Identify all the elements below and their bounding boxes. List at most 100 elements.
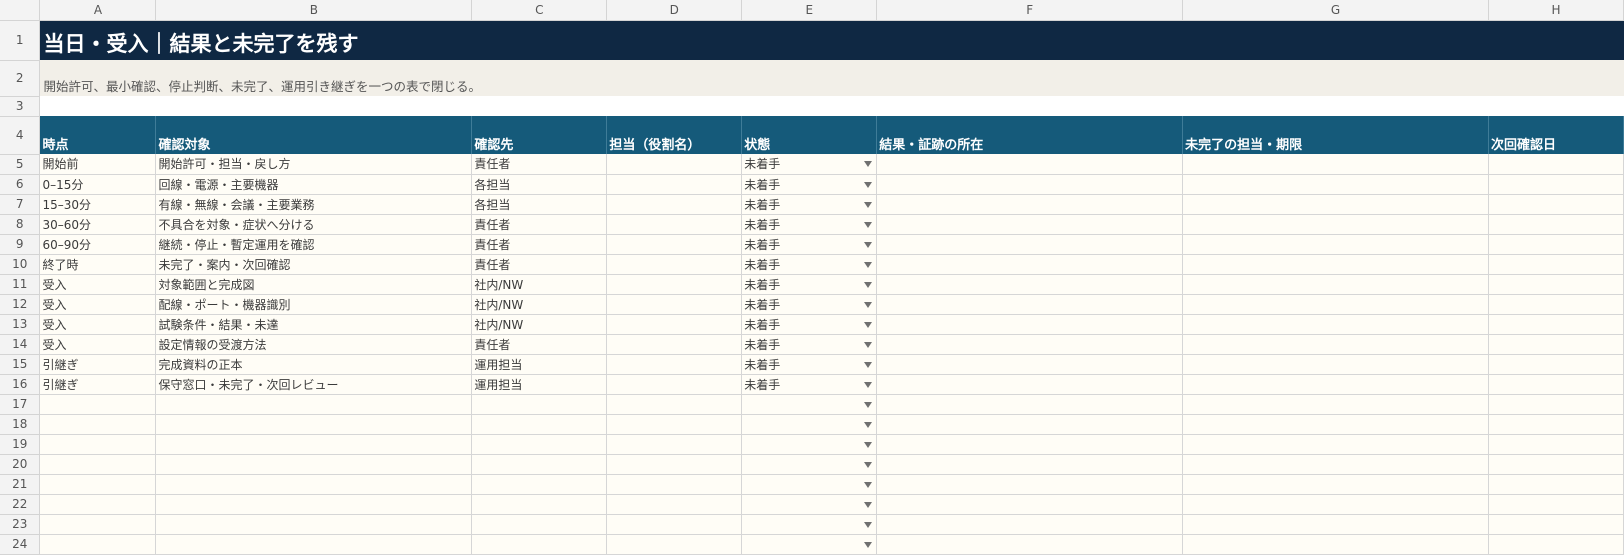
status-dropdown-cell[interactable]: [741, 494, 878, 515]
status-dropdown-cell[interactable]: 未着手: [741, 174, 878, 195]
cell-f[interactable]: [876, 394, 1184, 415]
row-header[interactable]: 13: [0, 314, 41, 335]
cell-d[interactable]: [606, 334, 743, 355]
row-header[interactable]: 14: [0, 334, 41, 355]
empty-cell[interactable]: [39, 96, 1624, 116]
cell-g[interactable]: [1182, 534, 1489, 555]
row-header[interactable]: 6: [0, 174, 41, 195]
cell-g[interactable]: [1182, 234, 1489, 255]
cell-g[interactable]: [1182, 414, 1489, 435]
row-header[interactable]: 9: [0, 234, 41, 255]
header-cell-evidence[interactable]: 結果・証跡の所在: [876, 116, 1184, 154]
cell-h[interactable]: [1488, 394, 1624, 415]
chevron-down-icon[interactable]: [864, 501, 873, 508]
cell-b[interactable]: 対象範囲と完成図: [155, 274, 473, 295]
cell-a[interactable]: 15–30分: [39, 194, 157, 215]
column-header-c[interactable]: C: [471, 0, 608, 21]
cell-g[interactable]: [1182, 354, 1489, 375]
status-dropdown-cell[interactable]: 未着手: [741, 354, 878, 375]
status-dropdown-cell[interactable]: 未着手: [741, 334, 878, 355]
cell-a[interactable]: 引継ぎ: [39, 354, 157, 375]
sheet-title[interactable]: 当日・受入｜結果と未完了を残す: [39, 20, 1624, 60]
status-dropdown-cell[interactable]: [741, 414, 878, 435]
header-cell-target[interactable]: 確認対象: [155, 116, 473, 154]
cell-h[interactable]: [1488, 434, 1624, 455]
cell-a[interactable]: 終了時: [39, 254, 157, 275]
cell-b[interactable]: [155, 474, 473, 495]
cell-d[interactable]: [606, 474, 743, 495]
status-dropdown-cell[interactable]: [741, 514, 878, 535]
column-header-a[interactable]: A: [39, 0, 157, 21]
cell-c[interactable]: [471, 474, 608, 495]
status-dropdown-cell[interactable]: 未着手: [741, 254, 878, 275]
cell-g[interactable]: [1182, 174, 1489, 195]
chevron-down-icon[interactable]: [864, 161, 873, 167]
cell-a[interactable]: 受入: [39, 314, 157, 335]
cell-g[interactable]: [1182, 494, 1489, 515]
cell-f[interactable]: [876, 314, 1184, 335]
cell-c[interactable]: 各担当: [471, 194, 608, 215]
cell-d[interactable]: [606, 394, 743, 415]
cell-f[interactable]: [876, 434, 1184, 455]
cell-a[interactable]: 30–60分: [39, 214, 157, 235]
cell-b[interactable]: 配線・ポート・機器識別: [155, 294, 473, 315]
chevron-down-icon[interactable]: [864, 201, 873, 208]
cell-b[interactable]: 保守窓口・未完了・次回レビュー: [155, 374, 473, 395]
chevron-down-icon[interactable]: [864, 321, 873, 328]
cell-c[interactable]: 責任者: [471, 154, 608, 175]
cell-d[interactable]: [606, 214, 743, 235]
cell-a[interactable]: 受入: [39, 334, 157, 355]
cell-b[interactable]: 不具合を対象・症状へ分ける: [155, 214, 473, 235]
cell-d[interactable]: [606, 354, 743, 375]
cell-b[interactable]: [155, 494, 473, 515]
cell-g[interactable]: [1182, 514, 1489, 535]
cell-c[interactable]: 各担当: [471, 174, 608, 195]
cell-h[interactable]: [1488, 214, 1624, 235]
cell-b[interactable]: [155, 534, 473, 555]
cell-d[interactable]: [606, 534, 743, 555]
cell-a[interactable]: [39, 514, 157, 535]
cell-f[interactable]: [876, 234, 1184, 255]
status-dropdown-cell[interactable]: 未着手: [741, 314, 878, 335]
status-dropdown-cell[interactable]: [741, 394, 878, 415]
cell-d[interactable]: [606, 194, 743, 215]
column-header-b[interactable]: B: [155, 0, 473, 21]
cell-a[interactable]: 受入: [39, 294, 157, 315]
status-dropdown-cell[interactable]: [741, 454, 878, 475]
cell-g[interactable]: [1182, 434, 1489, 455]
cell-d[interactable]: [606, 454, 743, 475]
cell-h[interactable]: [1488, 334, 1624, 355]
cell-f[interactable]: [876, 474, 1184, 495]
cell-a[interactable]: [39, 434, 157, 455]
cell-c[interactable]: 責任者: [471, 214, 608, 235]
header-cell-next-check[interactable]: 次回確認日: [1488, 116, 1624, 154]
chevron-down-icon[interactable]: [864, 541, 873, 548]
column-header-e[interactable]: E: [741, 0, 878, 21]
cell-d[interactable]: [606, 414, 743, 435]
cell-a[interactable]: [39, 454, 157, 475]
status-dropdown-cell[interactable]: 未着手: [741, 194, 878, 215]
cell-a[interactable]: [39, 414, 157, 435]
chevron-down-icon[interactable]: [864, 461, 873, 468]
cell-a[interactable]: 60–90分: [39, 234, 157, 255]
cell-h[interactable]: [1488, 534, 1624, 555]
cell-f[interactable]: [876, 194, 1184, 215]
row-header[interactable]: 15: [0, 354, 41, 375]
cell-b[interactable]: 開始許可・担当・戻し方: [155, 154, 473, 175]
cell-h[interactable]: [1488, 514, 1624, 535]
status-dropdown-cell[interactable]: 未着手: [741, 214, 878, 235]
cell-f[interactable]: [876, 374, 1184, 395]
cell-a[interactable]: [39, 534, 157, 555]
chevron-down-icon[interactable]: [864, 521, 873, 528]
cell-c[interactable]: [471, 414, 608, 435]
cell-h[interactable]: [1488, 374, 1624, 395]
cell-f[interactable]: [876, 254, 1184, 275]
row-header[interactable]: 23: [0, 514, 41, 535]
cell-f[interactable]: [876, 174, 1184, 195]
cell-a[interactable]: 0–15分: [39, 174, 157, 195]
status-dropdown-cell[interactable]: 未着手: [741, 374, 878, 395]
cell-g[interactable]: [1182, 374, 1489, 395]
cell-f[interactable]: [876, 154, 1184, 175]
cell-d[interactable]: [606, 274, 743, 295]
cell-b[interactable]: 未完了・案内・次回確認: [155, 254, 473, 275]
